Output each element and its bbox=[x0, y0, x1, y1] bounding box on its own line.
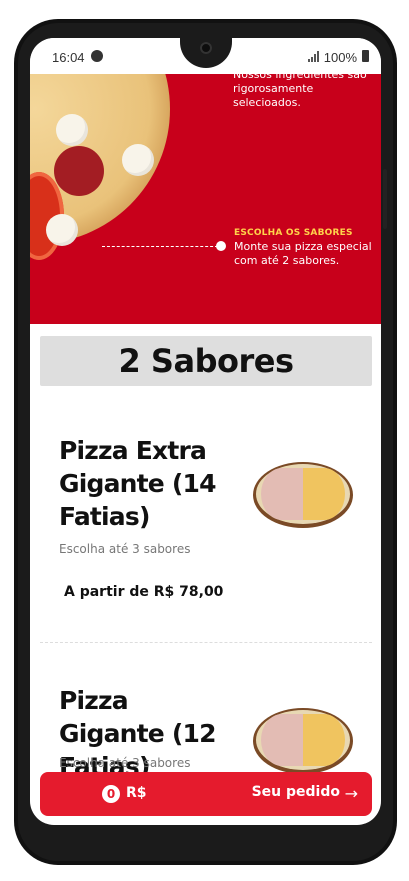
product-description: Escolha até 3 sabores bbox=[59, 756, 191, 770]
connector-line bbox=[102, 246, 218, 247]
status-bar: 16:04 100% bbox=[30, 38, 381, 74]
product-description: Escolha até 3 sabores bbox=[59, 542, 191, 556]
hero-step: ESCOLHA OS SABORES Monte sua pizza espec… bbox=[234, 226, 374, 268]
hero-step-title: ESCOLHA OS SABORES bbox=[234, 228, 353, 238]
arrow-right-icon: → bbox=[344, 784, 358, 803]
status-time: 16:04 bbox=[52, 50, 85, 65]
product-card[interactable]: Pizza Extra Gigante (14 Fatias) Escolha … bbox=[30, 434, 381, 640]
side-button bbox=[383, 169, 387, 229]
signal-icon bbox=[308, 51, 319, 62]
mozzarella-ball bbox=[46, 214, 78, 246]
notch bbox=[180, 38, 232, 68]
battery-icon bbox=[362, 50, 369, 62]
order-button-label: Seu pedido bbox=[251, 784, 340, 800]
product-image[interactable] bbox=[253, 454, 355, 536]
pepperoni-slice bbox=[54, 146, 104, 196]
app-screen: 16:04 100% Nossos ingredientes são rigor… bbox=[30, 38, 381, 825]
camera-icon bbox=[200, 42, 212, 54]
spotify-icon bbox=[91, 50, 103, 62]
mozzarella-ball bbox=[122, 144, 154, 176]
battery-percent: 100% bbox=[323, 50, 357, 65]
cart-count-badge: 0 bbox=[102, 785, 120, 803]
mozzarella-ball bbox=[56, 114, 88, 146]
product-name: Pizza Extra Gigante (14 Fatias) bbox=[59, 436, 216, 531]
connector-dot bbox=[216, 241, 226, 251]
hero-toppings bbox=[30, 74, 381, 324]
section-title: 2 Sabores bbox=[118, 342, 294, 380]
hero-banner: Nossos ingredientes são rigorosamente se… bbox=[30, 74, 381, 324]
cart-total: R$ bbox=[126, 785, 147, 801]
hero-ingredients-text: Nossos ingredientes são rigorosamente se… bbox=[233, 74, 367, 109]
product-price: A partir de R$ 78,00 bbox=[64, 584, 224, 600]
product-image[interactable] bbox=[253, 700, 355, 782]
section-header: 2 Sabores bbox=[40, 336, 372, 386]
order-button[interactable]: 0 R$ Seu pedido → bbox=[40, 772, 372, 816]
hero-step-text: Monte sua pizza especial com até 2 sabor… bbox=[234, 240, 372, 267]
divider bbox=[40, 642, 372, 643]
